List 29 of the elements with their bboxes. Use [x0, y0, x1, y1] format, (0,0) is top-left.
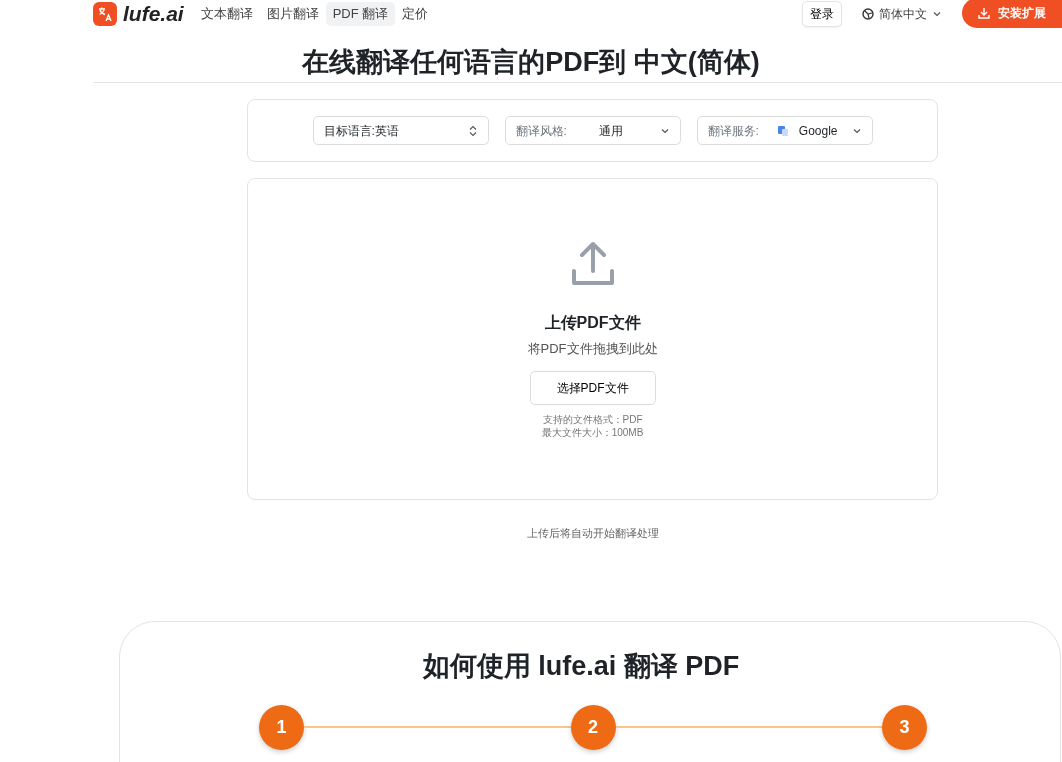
page-title: 在线翻译任何语言的PDF到 中文(简体)	[301, 46, 761, 79]
logo-icon	[93, 2, 117, 26]
language-selector[interactable]: 简体中文	[856, 4, 948, 24]
chevron-icon	[932, 9, 942, 19]
howto-title: 如何使用 lufe.ai 翻译 PDF	[421, 650, 741, 683]
select-field[interactable]: 目标语言:英语	[312, 116, 489, 145]
upload-title: 上传PDF文件	[544, 313, 641, 333]
max-size-text: 最大文件大小：100MB	[541, 425, 644, 439]
install-button[interactable]: 安装扩展	[962, 0, 1062, 28]
step-number: 2	[570, 704, 616, 750]
translate-icon	[776, 124, 789, 137]
nav-tab[interactable]: 文本翻译	[193, 2, 260, 26]
nav-tab[interactable]: PDF 翻译	[325, 2, 396, 26]
login-button[interactable]: 登录	[802, 1, 842, 27]
select-field[interactable]: 翻译服务: Google	[696, 116, 873, 145]
nav-tab[interactable]: 定价	[395, 2, 436, 26]
select-field[interactable]: 翻译风格: 通用	[504, 116, 681, 145]
upload-hint: 将PDF文件拖拽到此处	[527, 340, 658, 358]
choose-file-button[interactable]: 选择PDF文件	[529, 370, 656, 405]
download-icon	[978, 7, 990, 19]
formats-text: 支持的文件格式：PDF	[542, 412, 643, 426]
nav-tab[interactable]: 图片翻译	[259, 2, 326, 26]
globe-icon	[862, 8, 874, 20]
brand-name: lufe.ai	[123, 1, 184, 28]
step-number: 3	[882, 704, 927, 750]
updown-icon	[467, 124, 478, 137]
note-text: 上传后将自动开始翻译处理	[526, 527, 659, 539]
step-number: 1	[259, 704, 304, 750]
upload-icon	[570, 241, 615, 287]
